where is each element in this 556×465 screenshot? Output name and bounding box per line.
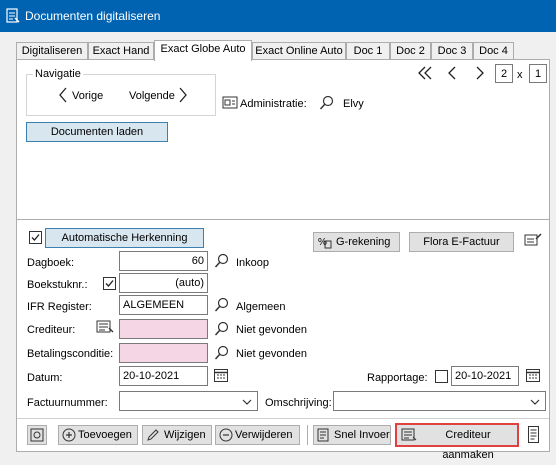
quick-entry-label: Snel Invoer bbox=[334, 429, 390, 441]
tab-exact-hand[interactable]: Exact Hand bbox=[88, 42, 154, 60]
page-separator: x bbox=[517, 69, 523, 81]
chevron-right-icon bbox=[179, 87, 187, 103]
edit-note-icon[interactable] bbox=[524, 232, 542, 248]
crediteur-lookup: Niet gevonden bbox=[236, 324, 307, 336]
ifr-field[interactable]: ALGEMEEN bbox=[119, 295, 208, 315]
crediteur-field[interactable] bbox=[119, 319, 208, 339]
calculator-icon: % bbox=[318, 237, 332, 249]
page-total-field: 1 bbox=[529, 64, 547, 83]
auto-recognition-checkbox[interactable] bbox=[29, 231, 42, 244]
omschrijving-label: Omschrijving: bbox=[265, 397, 332, 409]
rapportage-field[interactable]: 20-10-2021 bbox=[451, 366, 519, 386]
dagboek-search-icon[interactable] bbox=[214, 253, 230, 269]
crediteur-list-icon[interactable] bbox=[96, 319, 114, 335]
crediteur-search-icon[interactable] bbox=[214, 321, 230, 337]
settings-button[interactable] bbox=[27, 425, 47, 445]
auto-recognition-button[interactable]: Automatische Herkenning bbox=[45, 228, 204, 248]
factuurnummer-dropdown[interactable] bbox=[119, 391, 258, 411]
ifr-label: IFR Register: bbox=[27, 301, 92, 313]
rapportage-checkbox[interactable] bbox=[435, 370, 448, 383]
ifr-search-icon[interactable] bbox=[214, 297, 230, 313]
edit-button[interactable]: Wijzigen bbox=[142, 425, 212, 445]
checkmark-icon bbox=[105, 280, 114, 287]
load-documents-button[interactable]: Documenten laden bbox=[26, 122, 168, 142]
rapportage-calendar-icon[interactable] bbox=[525, 367, 541, 383]
betaling-label: Betalingsconditie: bbox=[27, 348, 114, 360]
tab-doc-1[interactable]: Doc 1 bbox=[346, 42, 390, 60]
toolbar-separator bbox=[307, 425, 308, 445]
divider bbox=[17, 219, 549, 220]
betaling-lookup: Niet gevonden bbox=[236, 348, 307, 360]
dagboek-field[interactable]: 60 bbox=[119, 251, 208, 271]
tab-doc-3[interactable]: Doc 3 bbox=[431, 42, 473, 60]
navigation-group-label: Navigatie bbox=[33, 67, 83, 81]
search-icon[interactable] bbox=[319, 95, 335, 111]
chevron-left-icon bbox=[59, 87, 67, 103]
datum-label: Datum: bbox=[27, 372, 63, 384]
delete-label: Verwijderen bbox=[235, 429, 293, 441]
chevron-down-icon bbox=[242, 399, 252, 405]
quick-entry-button[interactable]: Snel Invoer bbox=[313, 425, 391, 445]
datum-calendar-icon[interactable] bbox=[213, 367, 229, 383]
delete-button[interactable]: Verwijderen bbox=[215, 425, 300, 445]
title-bar: Documenten digitaliseren bbox=[0, 0, 556, 32]
checkmark-icon bbox=[31, 234, 40, 241]
plus-circle-icon bbox=[62, 428, 76, 442]
tab-doc-2[interactable]: Doc 2 bbox=[390, 42, 431, 60]
first-page-icon[interactable] bbox=[416, 64, 434, 82]
datum-field[interactable]: 20-10-2021 bbox=[119, 366, 208, 386]
factuurnummer-label: Factuurnummer: bbox=[27, 397, 108, 409]
next-label: Volgende bbox=[129, 90, 175, 102]
svg-text:%: % bbox=[318, 237, 327, 248]
administration-icon bbox=[222, 96, 238, 109]
dagboek-lookup: Inkoop bbox=[236, 257, 270, 269]
tab-exact-globe-auto[interactable]: Exact Globe Auto bbox=[154, 40, 252, 61]
ifr-lookup: Algemeen bbox=[236, 301, 286, 313]
g-account-button[interactable]: % G-rekening bbox=[313, 232, 400, 252]
minus-circle-icon bbox=[219, 428, 233, 442]
administration-value: Elvy bbox=[343, 98, 364, 110]
window-title: Documenten digitaliseren bbox=[25, 9, 161, 23]
prev-label: Vorige bbox=[72, 90, 104, 102]
creditor-card-icon bbox=[401, 428, 417, 441]
app-icon bbox=[6, 8, 20, 23]
tab-exact-online-auto[interactable]: Exact Online Auto bbox=[252, 42, 346, 60]
pencil-icon bbox=[147, 429, 159, 441]
prev-page-icon[interactable] bbox=[445, 64, 459, 82]
dagboek-label: Dagboek: bbox=[27, 257, 75, 269]
betaling-search-icon[interactable] bbox=[214, 345, 230, 361]
boekstuk-label: Boekstuknr.: bbox=[27, 279, 88, 291]
tab-digitaliseren[interactable]: Digitaliseren bbox=[16, 42, 88, 60]
toolbar-divider bbox=[17, 418, 549, 419]
create-creditor-label: Crediteur aanmaken bbox=[442, 429, 494, 461]
create-creditor-button[interactable]: Crediteur aanmaken bbox=[395, 423, 519, 461]
rapportage-label: Rapportage: bbox=[367, 372, 428, 384]
next-page-icon[interactable] bbox=[473, 64, 487, 82]
omschrijving-dropdown[interactable] bbox=[333, 391, 546, 411]
add-label: Toevoegen bbox=[78, 429, 132, 441]
g-account-label: G-rekening bbox=[336, 236, 391, 248]
betaling-field[interactable] bbox=[119, 343, 208, 363]
crediteur-label: Crediteur: bbox=[27, 324, 76, 336]
boekstuk-field[interactable]: (auto) bbox=[119, 273, 208, 293]
administration-label: Administratie: bbox=[240, 98, 307, 110]
flora-efactuur-button[interactable]: Flora E-Factuur bbox=[409, 232, 514, 252]
tab-doc-4[interactable]: Doc 4 bbox=[473, 42, 514, 60]
gear-icon bbox=[30, 428, 44, 442]
boekstuk-checkbox[interactable] bbox=[103, 277, 116, 290]
add-button[interactable]: Toevoegen bbox=[58, 425, 138, 445]
document-scan-icon[interactable] bbox=[527, 425, 541, 445]
edit-label: Wijzigen bbox=[164, 429, 206, 441]
document-list-icon bbox=[317, 428, 329, 442]
page-current-field[interactable]: 2 bbox=[495, 64, 513, 83]
chevron-down-icon bbox=[530, 399, 540, 405]
